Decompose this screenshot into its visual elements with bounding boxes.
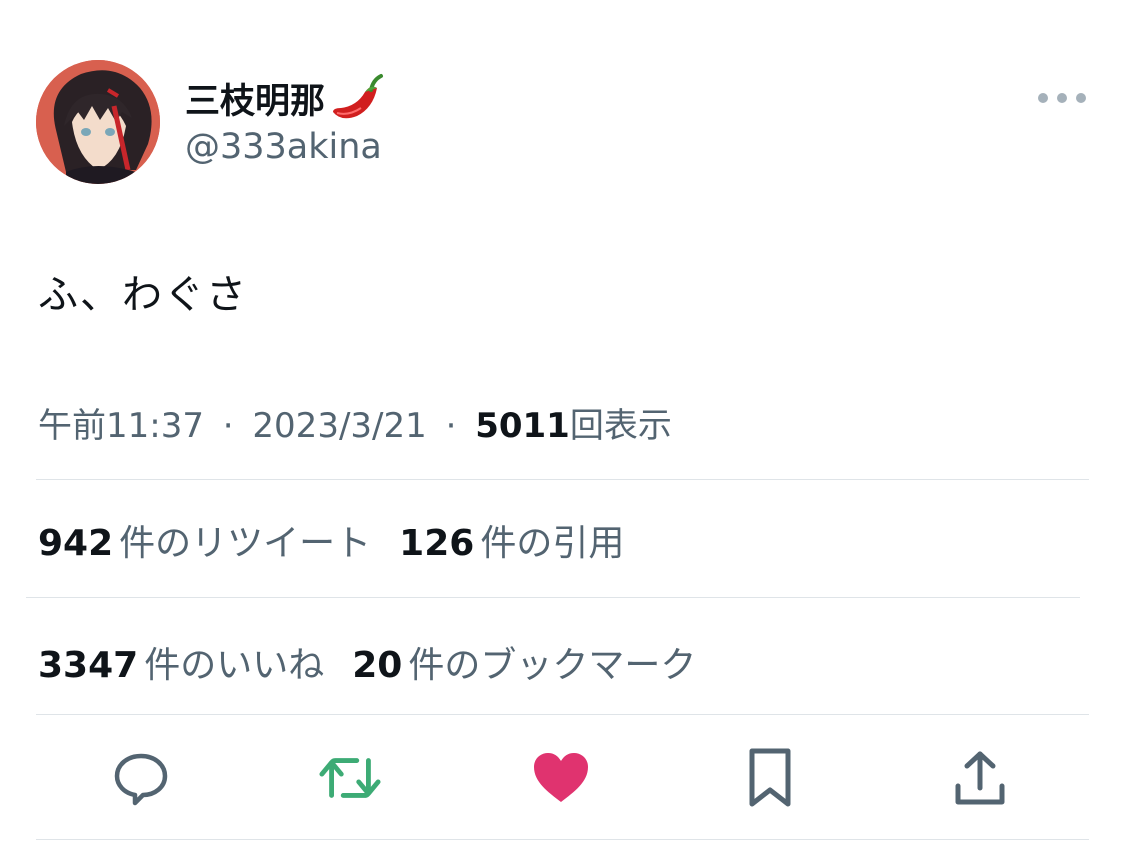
divider (36, 714, 1089, 715)
stats-row-shares: 942 件のリツイート 126 件の引用 (38, 514, 652, 566)
chili-pepper-icon (333, 74, 384, 119)
retweet-icon (319, 758, 381, 798)
stats-row-reactions: 3347 件のいいね 20 件のブックマーク (38, 636, 724, 688)
quotes-count: 126 (399, 523, 475, 564)
quotes-label: 件の引用 (480, 523, 625, 564)
more-options-icon[interactable] (1038, 84, 1086, 112)
reply-icon (114, 753, 168, 806)
like-button[interactable] (529, 746, 593, 810)
tweet-time: 午前11:37 (38, 406, 204, 446)
divider (26, 597, 1080, 598)
retweets-count: 942 (38, 523, 114, 564)
views-count: 5011 (475, 406, 570, 446)
share-icon (955, 751, 1005, 805)
dot (1076, 93, 1086, 103)
tweet-text: ふ、わぐさ (38, 272, 248, 318)
divider (36, 479, 1089, 480)
avatar[interactable] (36, 60, 160, 184)
bookmarks-stat[interactable]: 20 件のブックマーク (352, 645, 696, 686)
likes-label: 件のいいね (144, 645, 325, 686)
display-name-text: 三枝明那 (185, 81, 326, 122)
views-label: 回表示 (569, 406, 672, 446)
divider (36, 839, 1089, 840)
tweet-date[interactable]: 2023/3/21 (252, 406, 426, 446)
bookmarks-label: 件のブックマーク (408, 645, 697, 686)
likes-count: 3347 (38, 645, 139, 686)
retweets-stat[interactable]: 942 件のリツイート (38, 523, 371, 564)
meta-separator: · (445, 406, 457, 446)
bookmark-button[interactable] (738, 746, 802, 810)
share-button[interactable] (948, 746, 1012, 810)
quotes-stat[interactable]: 126 件の引用 (399, 523, 624, 564)
dot (1057, 93, 1067, 103)
retweet-button[interactable] (318, 746, 382, 810)
meta-separator: · (222, 406, 234, 446)
dot (1038, 93, 1048, 103)
tweet-meta: 午前11:37 · 2023/3/21 · 5011回表示 (38, 398, 672, 447)
retweets-label: 件のリツイート (119, 523, 372, 564)
user-handle[interactable]: @333akina (185, 127, 382, 167)
reply-button[interactable] (109, 746, 173, 810)
bookmarks-count: 20 (352, 645, 403, 686)
bookmark-icon (749, 748, 791, 807)
display-name[interactable]: 三枝明那 (185, 72, 385, 124)
heart-icon (534, 753, 588, 802)
likes-stat[interactable]: 3347 件のいいね (38, 645, 324, 686)
